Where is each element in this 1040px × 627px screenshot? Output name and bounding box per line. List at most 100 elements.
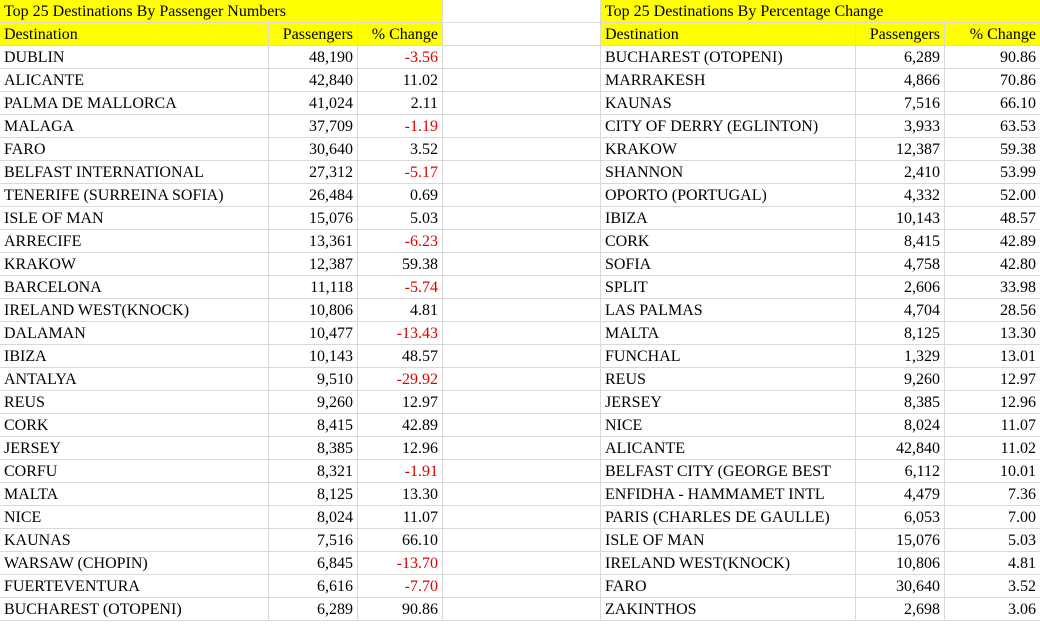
empty-cell[interactable] <box>443 437 601 460</box>
left-cell-passengers[interactable]: 37,709 <box>269 115 358 138</box>
left-cell-passengers[interactable]: 8,125 <box>269 483 358 506</box>
right-cell-change[interactable]: 7.36 <box>945 483 1040 506</box>
left-cell-destination[interactable]: CORK <box>0 414 269 437</box>
left-cell-passengers[interactable]: 15,076 <box>269 207 358 230</box>
right-cell-passengers[interactable]: 30,640 <box>856 575 945 598</box>
right-cell-change[interactable]: 28.56 <box>945 299 1040 322</box>
right-cell-change[interactable]: 48.57 <box>945 207 1040 230</box>
left-header-destination[interactable]: Destination <box>0 23 269 46</box>
right-cell-destination[interactable]: MARRAKESH <box>601 69 856 92</box>
left-cell-passengers[interactable]: 42,840 <box>269 69 358 92</box>
left-cell-destination[interactable]: IRELAND WEST(KNOCK) <box>0 299 269 322</box>
right-cell-passengers[interactable]: 4,479 <box>856 483 945 506</box>
left-cell-passengers[interactable]: 26,484 <box>269 184 358 207</box>
right-cell-change[interactable]: 42.89 <box>945 230 1040 253</box>
right-table-title[interactable]: Top 25 Destinations By Percentage Change <box>601 0 1040 23</box>
left-cell-destination[interactable]: WARSAW (CHOPIN) <box>0 552 269 575</box>
left-cell-passengers[interactable]: 8,321 <box>269 460 358 483</box>
right-cell-destination[interactable]: NICE <box>601 414 856 437</box>
right-cell-change[interactable]: 5.03 <box>945 529 1040 552</box>
left-cell-passengers[interactable]: 8,415 <box>269 414 358 437</box>
spreadsheet-grid[interactable]: Top 25 Destinations By Passenger Numbers… <box>0 0 1040 627</box>
left-cell-destination[interactable]: KAUNAS <box>0 529 269 552</box>
right-cell-passengers[interactable]: 2,410 <box>856 161 945 184</box>
left-cell-destination[interactable]: FARO <box>0 138 269 161</box>
left-cell-destination[interactable]: CORFU <box>0 460 269 483</box>
left-cell-destination[interactable]: JERSEY <box>0 437 269 460</box>
left-cell-passengers[interactable]: 8,385 <box>269 437 358 460</box>
left-cell-change[interactable]: -6.23 <box>358 230 443 253</box>
left-cell-change[interactable]: -5.17 <box>358 161 443 184</box>
empty-cell[interactable] <box>443 161 601 184</box>
left-cell-destination[interactable]: PALMA DE MALLORCA <box>0 92 269 115</box>
left-cell-change[interactable]: 4.81 <box>358 299 443 322</box>
left-cell-passengers[interactable]: 48,190 <box>269 46 358 69</box>
left-cell-destination[interactable]: BARCELONA <box>0 276 269 299</box>
right-cell-change[interactable]: 4.81 <box>945 552 1040 575</box>
left-cell-passengers[interactable]: 9,260 <box>269 391 358 414</box>
right-cell-passengers[interactable]: 1,329 <box>856 345 945 368</box>
right-cell-destination[interactable]: SOFIA <box>601 253 856 276</box>
left-cell-passengers[interactable]: 12,387 <box>269 253 358 276</box>
left-cell-destination[interactable]: DALAMAN <box>0 322 269 345</box>
left-cell-passengers[interactable]: 41,024 <box>269 92 358 115</box>
right-cell-passengers[interactable]: 6,112 <box>856 460 945 483</box>
left-cell-change[interactable]: -1.91 <box>358 460 443 483</box>
empty-cell[interactable] <box>443 598 601 621</box>
left-cell-passengers[interactable]: 6,289 <box>269 598 358 621</box>
right-cell-passengers[interactable]: 4,758 <box>856 253 945 276</box>
right-cell-passengers[interactable]: 8,385 <box>856 391 945 414</box>
right-cell-passengers[interactable]: 3,933 <box>856 115 945 138</box>
left-cell-passengers[interactable]: 10,143 <box>269 345 358 368</box>
right-cell-passengers[interactable]: 4,332 <box>856 184 945 207</box>
right-cell-change[interactable]: 53.99 <box>945 161 1040 184</box>
empty-cell[interactable] <box>443 368 601 391</box>
right-cell-passengers[interactable]: 10,143 <box>856 207 945 230</box>
left-cell-change[interactable]: 12.96 <box>358 437 443 460</box>
left-cell-destination[interactable]: KRAKOW <box>0 253 269 276</box>
right-cell-passengers[interactable]: 8,024 <box>856 414 945 437</box>
right-cell-destination[interactable]: IRELAND WEST(KNOCK) <box>601 552 856 575</box>
left-cell-destination[interactable]: ARRECIFE <box>0 230 269 253</box>
empty-cell[interactable] <box>443 414 601 437</box>
left-table-title[interactable]: Top 25 Destinations By Passenger Numbers <box>0 0 443 23</box>
right-cell-destination[interactable]: CORK <box>601 230 856 253</box>
empty-cell[interactable] <box>443 207 601 230</box>
right-cell-destination[interactable]: FARO <box>601 575 856 598</box>
left-cell-change[interactable]: -13.43 <box>358 322 443 345</box>
right-cell-destination[interactable]: SPLIT <box>601 276 856 299</box>
empty-cell[interactable] <box>443 299 601 322</box>
empty-cell[interactable] <box>443 0 601 23</box>
right-cell-passengers[interactable]: 4,704 <box>856 299 945 322</box>
left-cell-passengers[interactable]: 9,510 <box>269 368 358 391</box>
right-cell-destination[interactable]: REUS <box>601 368 856 391</box>
empty-cell[interactable] <box>443 552 601 575</box>
right-cell-change[interactable]: 70.86 <box>945 69 1040 92</box>
left-cell-change[interactable]: 0.69 <box>358 184 443 207</box>
right-cell-destination[interactable]: ISLE OF MAN <box>601 529 856 552</box>
left-cell-destination[interactable]: DUBLIN <box>0 46 269 69</box>
right-cell-change[interactable]: 7.00 <box>945 506 1040 529</box>
left-cell-destination[interactable]: MALAGA <box>0 115 269 138</box>
empty-cell[interactable] <box>443 483 601 506</box>
left-cell-change[interactable]: 42.89 <box>358 414 443 437</box>
left-cell-destination[interactable]: NICE <box>0 506 269 529</box>
empty-cell[interactable] <box>443 322 601 345</box>
right-cell-change[interactable]: 63.53 <box>945 115 1040 138</box>
left-cell-change[interactable]: -5.74 <box>358 276 443 299</box>
left-cell-change[interactable]: 48.57 <box>358 345 443 368</box>
empty-cell[interactable] <box>443 138 601 161</box>
right-cell-change[interactable]: 11.07 <box>945 414 1040 437</box>
right-cell-change[interactable]: 59.38 <box>945 138 1040 161</box>
left-cell-destination[interactable]: REUS <box>0 391 269 414</box>
left-header-change[interactable]: % Change <box>358 23 443 46</box>
empty-cell[interactable] <box>443 230 601 253</box>
right-cell-change[interactable]: 42.80 <box>945 253 1040 276</box>
left-cell-destination[interactable]: BUCHAREST (OTOPENI) <box>0 598 269 621</box>
left-cell-change[interactable]: 11.07 <box>358 506 443 529</box>
right-cell-passengers[interactable]: 10,806 <box>856 552 945 575</box>
right-cell-passengers[interactable]: 42,840 <box>856 437 945 460</box>
right-cell-destination[interactable]: FUNCHAL <box>601 345 856 368</box>
left-cell-change[interactable]: 13.30 <box>358 483 443 506</box>
right-cell-destination[interactable]: KAUNAS <box>601 92 856 115</box>
